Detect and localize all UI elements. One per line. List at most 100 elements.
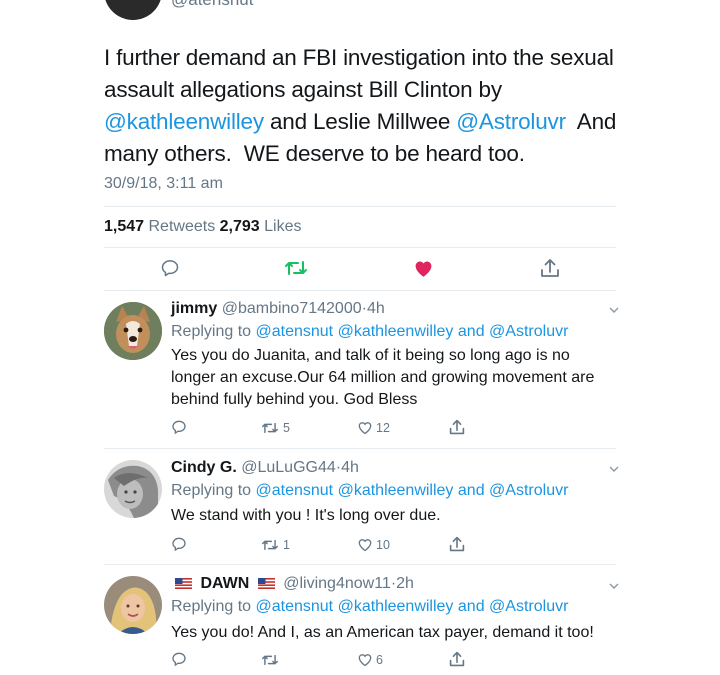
- reply-icon: [172, 537, 186, 552]
- main-text-line: many others. WE deserve to be heard too.: [104, 141, 525, 166]
- replying-to-line: Replying to @atensnut @kathleenwilley an…: [171, 482, 568, 500]
- likes-count: 2,793: [219, 218, 260, 235]
- chevron-down-icon[interactable]: [608, 580, 620, 592]
- retweet-button[interactable]: 5: [260, 420, 290, 436]
- mention-link[interactable]: @Astroluvr: [489, 323, 568, 340]
- reply-icon: [172, 420, 186, 435]
- retweets-label: Retweets: [148, 218, 216, 235]
- replying-and[interactable]: and: [458, 323, 485, 340]
- like-icon: [358, 422, 372, 435]
- reply-header: Cindy G. @LuLuGG44·4h: [171, 459, 359, 476]
- display-name[interactable]: DAWN: [200, 575, 249, 592]
- like-icon: [358, 654, 372, 667]
- like-icon: [358, 539, 372, 552]
- reply-time[interactable]: 4h: [367, 300, 385, 317]
- reply-button[interactable]: [171, 536, 187, 552]
- mention-link[interactable]: @atensnut: [256, 323, 334, 340]
- share-button[interactable]: [449, 650, 465, 668]
- reply-header: jimmy @bambino7142000·4h: [171, 300, 385, 317]
- reply-button[interactable]: [160, 258, 180, 278]
- person-avatar-image: [104, 576, 162, 634]
- mention-link[interactable]: @Astroluvr: [489, 598, 568, 615]
- us-flag-icon: [175, 578, 192, 589]
- main-text-line: assault allegations against Bill Clinton…: [104, 77, 502, 102]
- avatar[interactable]: [104, 302, 162, 360]
- main-avatar[interactable]: [104, 0, 162, 20]
- main-tweet-text: I further demand an FBI investigation in…: [104, 42, 624, 170]
- share-button[interactable]: [540, 257, 560, 279]
- retweets-stat[interactable]: 1,547 Retweets: [104, 218, 215, 235]
- retweet-button[interactable]: 1: [260, 537, 290, 553]
- person-avatar-image: [104, 460, 162, 518]
- share-icon: [449, 536, 465, 552]
- reply-icon: [172, 652, 186, 667]
- reply-text: Yes you do Juanita, and talk of it being…: [171, 347, 595, 408]
- like-icon: [415, 261, 432, 277]
- reply-time[interactable]: 4h: [341, 459, 359, 476]
- like-button[interactable]: 6: [357, 652, 383, 667]
- chevron-down-icon[interactable]: [608, 463, 620, 475]
- mention-link[interactable]: @atensnut: [256, 598, 334, 615]
- replying-to-label: Replying to: [171, 482, 252, 499]
- retweet-icon: [261, 654, 278, 666]
- divider: [104, 247, 616, 248]
- avatar[interactable]: [104, 460, 162, 518]
- tweet-stats: 1,547 Retweets 2,793 Likes: [104, 218, 302, 236]
- retweet-button[interactable]: [284, 257, 308, 279]
- share-icon: [541, 259, 559, 277]
- main-handle[interactable]: @atensnut: [171, 0, 253, 10]
- mention-link[interactable]: @kathleenwilley: [338, 482, 454, 499]
- like-count: 6: [376, 652, 383, 667]
- likes-label: Likes: [264, 218, 302, 235]
- divider: [104, 564, 616, 565]
- like-button[interactable]: 10: [357, 537, 390, 552]
- user-handle[interactable]: @LuLuGG44: [241, 459, 336, 476]
- reply-button[interactable]: [171, 419, 187, 435]
- retweet-icon: [261, 422, 278, 434]
- display-name[interactable]: jimmy: [171, 300, 217, 317]
- likes-stat[interactable]: 2,793 Likes: [220, 218, 302, 235]
- retweet-icon: [261, 539, 278, 551]
- replying-to-line: Replying to @atensnut @kathleenwilley an…: [171, 598, 568, 616]
- retweet-button[interactable]: [260, 652, 283, 668]
- mention-link[interactable]: @kathleenwilley: [104, 109, 264, 134]
- retweets-count: 1,547: [104, 218, 145, 235]
- reply-text: Yes you do! And I, as an American tax pa…: [171, 624, 594, 641]
- mention-link[interactable]: @atensnut: [256, 482, 334, 499]
- mention-link[interactable]: @Astroluvr: [489, 482, 568, 499]
- like-button[interactable]: 12: [357, 420, 390, 435]
- share-icon: [449, 419, 465, 435]
- replying-to-label: Replying to: [171, 323, 252, 340]
- like-button[interactable]: [413, 258, 434, 278]
- share-button[interactable]: [449, 535, 465, 553]
- main-text-line: I further demand an FBI investigation in…: [104, 45, 614, 70]
- retweet-count: 5: [283, 421, 290, 435]
- divider: [104, 290, 616, 291]
- user-handle[interactable]: @living4now11: [283, 575, 391, 592]
- replying-to-label: Replying to: [171, 598, 252, 615]
- retweet-icon: [285, 261, 307, 275]
- us-flag-icon: [257, 578, 275, 589]
- user-handle[interactable]: @bambino7142000: [222, 300, 362, 317]
- replying-to-line: Replying to @atensnut @kathleenwilley an…: [171, 323, 568, 341]
- main-text-fragment: And: [565, 109, 617, 134]
- reply-text: We stand with you ! It's long over due.: [171, 507, 441, 524]
- reply-header: DAWN @living4now11·2h: [171, 575, 414, 593]
- display-name[interactable]: Cindy G.: [171, 459, 237, 476]
- replying-and[interactable]: and: [458, 598, 485, 615]
- mention-link[interactable]: @kathleenwilley: [338, 598, 454, 615]
- dog-avatar-image: [104, 302, 162, 360]
- tweet-timestamp[interactable]: 30/9/18, 3:11 am: [104, 175, 223, 193]
- like-count: 10: [376, 537, 390, 552]
- reply-time[interactable]: 2h: [396, 575, 414, 592]
- share-icon: [449, 651, 465, 667]
- avatar[interactable]: [104, 576, 162, 634]
- mention-link[interactable]: @Astroluvr: [456, 109, 566, 134]
- main-text-fragment: and Leslie Millwee: [263, 109, 457, 134]
- reply-button[interactable]: [171, 651, 187, 667]
- replying-and[interactable]: and: [458, 482, 485, 499]
- chevron-down-icon[interactable]: [608, 304, 620, 316]
- divider: [104, 448, 616, 449]
- mention-link[interactable]: @kathleenwilley: [338, 323, 454, 340]
- share-button[interactable]: [449, 418, 465, 436]
